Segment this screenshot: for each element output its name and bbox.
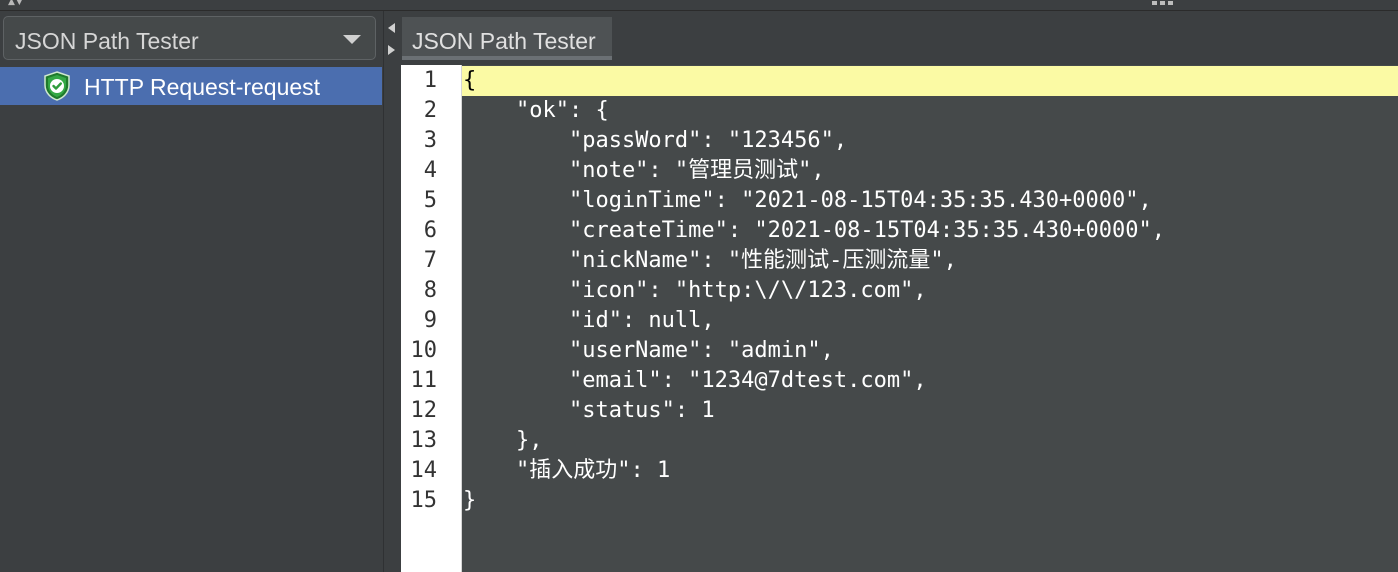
- code-line[interactable]: "userName": "admin",: [463, 336, 834, 366]
- line-number: 3: [423, 128, 437, 153]
- code-line[interactable]: "loginTime": "2021-08-15T04:35:35.430+00…: [463, 186, 1152, 216]
- code-line[interactable]: "createTime": "2021-08-15T04:35:35.430+0…: [463, 216, 1165, 246]
- line-number: 11: [410, 368, 438, 393]
- code-line[interactable]: },: [463, 426, 543, 456]
- top-toolbar-strip: ▲▼: [0, 0, 1398, 11]
- line-number: 4: [423, 158, 437, 183]
- code-line[interactable]: "id": null,: [463, 306, 715, 336]
- line-number: 8: [423, 278, 437, 303]
- line-number: 2: [423, 98, 437, 123]
- view-selector-dropdown[interactable]: JSON Path Tester: [3, 16, 376, 60]
- line-number: 1: [423, 68, 437, 93]
- expand-right-icon[interactable]: [388, 45, 395, 55]
- code-line[interactable]: "status": 1: [463, 396, 715, 426]
- chevron-down-icon: [343, 35, 361, 44]
- code-line[interactable]: "email": "1234@7dtest.com",: [463, 366, 927, 396]
- line-number: 14: [410, 458, 438, 483]
- tab-label: JSON Path Tester: [412, 28, 596, 54]
- line-number: 7: [423, 248, 437, 273]
- line-number: 9: [423, 308, 437, 333]
- line-number-gutter: 1 2 3 4 5 6 7 8 9 10 11 12 13 14 15: [401, 65, 462, 572]
- code-line[interactable]: "nickName": "性能测试-压测流量",: [463, 246, 957, 276]
- code-line[interactable]: }: [463, 486, 476, 516]
- code-line[interactable]: "插入成功": 1: [463, 456, 670, 486]
- line-number: 15: [410, 488, 438, 513]
- line-number: 6: [423, 218, 437, 243]
- tab-json-path-tester[interactable]: JSON Path Tester: [402, 17, 612, 60]
- right-panel: JSON Path Tester 1 2 3 4 5 6 7 8 9 10 11 12 13 14 15 {…: [401, 11, 1398, 572]
- current-line-highlight: [462, 66, 1398, 96]
- tab-active-indicator: [402, 56, 612, 60]
- code-line[interactable]: "icon": "http:\/\/123.com",: [463, 276, 927, 306]
- line-number: 5: [423, 188, 437, 213]
- left-panel: JSON Path Tester HTTP Request-request: [0, 11, 384, 572]
- code-line[interactable]: {: [463, 66, 476, 96]
- collapse-arrows-icon[interactable]: ▲▼: [8, 0, 24, 7]
- response-editor[interactable]: 1 2 3 4 5 6 7 8 9 10 11 12 13 14 15 { "ok": { "passWor…: [401, 65, 1398, 572]
- view-selector-value: JSON Path Tester: [15, 28, 199, 54]
- shield-check-icon: [44, 71, 70, 101]
- collapse-left-icon[interactable]: [388, 23, 395, 33]
- line-number: 13: [410, 428, 438, 453]
- code-line[interactable]: "passWord": "123456",: [463, 126, 847, 156]
- tree-item-label: HTTP Request-request: [84, 74, 321, 100]
- drag-handle-icon[interactable]: [1152, 0, 1178, 6]
- code-line[interactable]: "ok": {: [463, 96, 609, 126]
- code-line[interactable]: "note": "管理员测试",: [463, 156, 825, 186]
- line-number: 12: [410, 398, 438, 423]
- tree-item-http-request[interactable]: HTTP Request-request: [0, 67, 382, 105]
- line-number: 10: [410, 338, 438, 363]
- app-window: ▲▼ JSON Path Tester HTTP Request-request…: [0, 0, 1398, 572]
